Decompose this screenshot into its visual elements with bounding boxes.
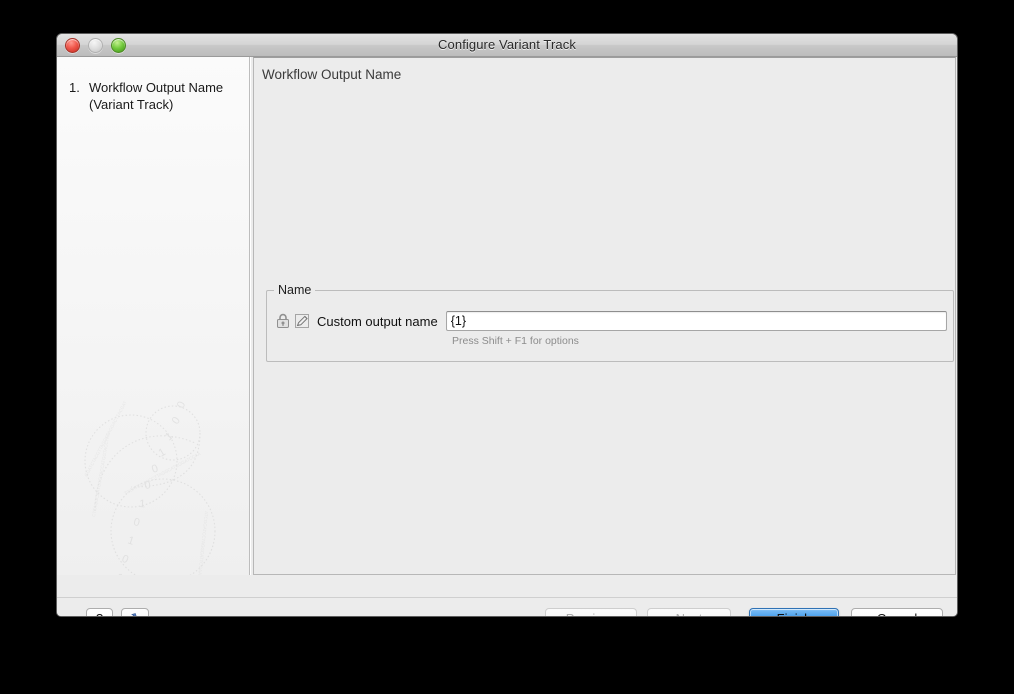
wizard-content-panel: Workflow Output Name Name (250, 57, 957, 575)
next-button[interactable]: Next (647, 608, 731, 617)
page-title: Workflow Output Name (262, 67, 401, 82)
name-group-box: Name (266, 290, 954, 362)
lock-icon (275, 313, 291, 329)
svg-text:1: 1 (139, 498, 146, 510)
name-group-title: Name (274, 283, 315, 297)
step-label: Workflow Output Name (Variant Track) (89, 79, 239, 113)
custom-output-name-row: Custom output name (275, 311, 947, 331)
svg-text:CTTAGGCAATCGGTACCATGGTACCTAG: CTTAGGCAATCGGTACCATGGTACCTAG (91, 432, 111, 518)
svg-text:0: 0 (175, 400, 188, 411)
svg-text:ATCGGATCCTAGGCATTCGAACCTTAGG: ATCGGATCCTAGGCATTCGAACCTTAGG (195, 511, 209, 575)
custom-output-name-input[interactable] (446, 311, 947, 331)
finish-button[interactable]: Finish (749, 608, 839, 617)
help-button[interactable]: ? (86, 608, 113, 617)
svg-text:0: 0 (170, 415, 183, 427)
svg-text:0: 0 (120, 553, 130, 566)
svg-text:1: 1 (114, 571, 125, 575)
window-title: Configure Variant Track (57, 37, 957, 52)
wizard-step-list: 1. Workflow Output Name (Variant Track) (57, 57, 249, 113)
pencil-icon[interactable] (294, 313, 310, 329)
wizard-content-inner: Workflow Output Name Name (253, 57, 956, 575)
svg-text:GGATCTACGTTAGCCTAGGACTTACGAT: GGATCTACGTTAGCCTAGGACTTACGAT (83, 400, 127, 478)
dialog-footer: ? Previous Next Finish Cancel (57, 597, 957, 617)
dialog-body: 1. Workflow Output Name (Variant Track) … (57, 57, 957, 597)
previous-button[interactable]: Previous (545, 608, 637, 617)
window-titlebar[interactable]: Configure Variant Track (57, 34, 957, 57)
svg-text:1: 1 (163, 430, 176, 443)
sidebar-item-workflow-output-name[interactable]: 1. Workflow Output Name (Variant Track) (65, 79, 239, 113)
svg-text:0: 0 (132, 516, 140, 529)
cancel-button[interactable]: Cancel (851, 608, 943, 617)
svg-text:TGCATCGAACCTTAGGCATCGGATCCAA: TGCATCGAACCTTAGGCATCGGATCCAA (123, 451, 201, 496)
svg-text:0: 0 (150, 463, 160, 476)
svg-text:0: 0 (144, 479, 152, 492)
undo-arrow-icon (128, 612, 143, 618)
svg-text:1: 1 (126, 534, 136, 547)
clc-spiral-watermark-icon: 0 0 1 1 0 0 1 0 1 0 1 GGATCTACGTTAGCCTAG… (65, 391, 235, 575)
custom-output-name-hint: Press Shift + F1 for options (452, 335, 579, 347)
configure-variant-track-dialog: Configure Variant Track 1. Workflow Outp… (56, 33, 958, 617)
reset-button[interactable] (121, 608, 149, 617)
wizard-step-sidebar: 1. Workflow Output Name (Variant Track) … (57, 57, 250, 575)
step-number: 1. (65, 79, 89, 113)
custom-output-name-label: Custom output name (317, 314, 438, 329)
svg-text:1: 1 (157, 446, 168, 459)
